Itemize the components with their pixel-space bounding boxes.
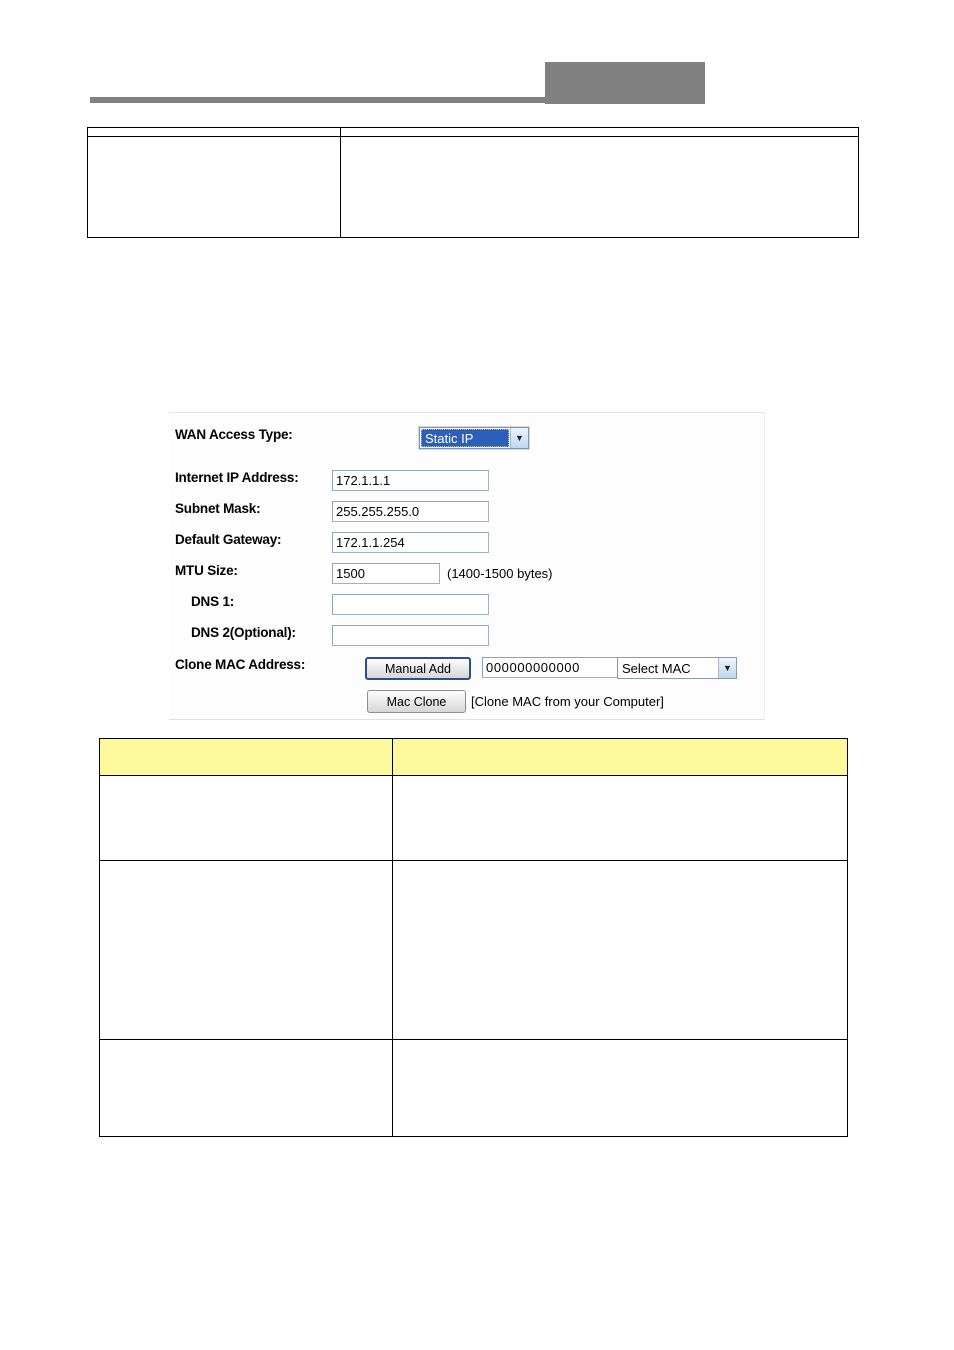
table-row [87,136,859,238]
mtu-size-input[interactable] [332,563,440,584]
wan-access-type-select[interactable]: Static IP ▼ [418,426,530,450]
form-row-clone-mac-address: Clone MAC Address: Manual Add Select MAC… [169,657,764,687]
form-row-mac-clone: Mac Clone [Clone MAC from your Computer] [169,690,764,720]
header-rule [90,97,546,103]
select-mac-dropdown[interactable]: Select MAC ▼ [617,657,737,679]
table-row [99,1039,848,1137]
clone-mac-address-label: Clone MAC Address: [175,657,306,672]
default-gateway-input[interactable] [332,532,489,553]
table-cell-description [392,860,848,1040]
manual-add-button[interactable]: Manual Add [365,657,471,680]
subnet-mask-input[interactable] [332,501,489,522]
mtu-size-hint: (1400-1500 bytes) [447,566,553,581]
table-row [99,775,848,861]
header-redacted-block [545,62,705,104]
mac-clone-hint: [Clone MAC from your Computer] [471,694,664,709]
table-cell-description [392,775,848,861]
form-row-internet-ip-address: Internet IP Address: [169,470,764,500]
form-row-dns1: DNS 1: [169,594,764,624]
page-header [0,0,954,110]
internet-ip-address-label: Internet IP Address: [175,470,299,485]
form-row-default-gateway: Default Gateway: [169,532,764,562]
wan-access-type-selected-value: Static IP [421,429,509,447]
table-cell-parameter [99,1039,393,1137]
table-header-parameter [99,738,393,776]
table-header-description [392,738,848,776]
chevron-down-icon[interactable]: ▼ [510,428,528,448]
wan-settings-form: WAN Access Type: Static IP ▼ Internet IP… [169,412,765,720]
table-cell-description [392,1039,848,1137]
table-cell-description [340,136,859,238]
dns2-input[interactable] [332,625,489,646]
form-row-wan-access-type: WAN Access Type: Static IP ▼ [169,426,764,457]
table-header-row [99,738,848,776]
table-row [87,127,859,137]
table-row [99,860,848,1040]
dns2-label: DNS 2(Optional): [191,625,296,640]
dns1-input[interactable] [332,594,489,615]
default-gateway-label: Default Gateway: [175,532,282,547]
parameter-description-table-top [87,127,859,238]
mac-clone-button[interactable]: Mac Clone [367,690,466,713]
internet-ip-address-input[interactable] [332,470,489,491]
table-cell-parameter [99,860,393,1040]
select-mac-selected-value: Select MAC [622,660,691,676]
wan-access-type-label: WAN Access Type: [175,427,293,442]
parameter-description-table-bottom [99,738,848,1137]
clone-mac-address-input[interactable] [482,657,622,678]
dns1-label: DNS 1: [191,594,235,609]
mtu-size-label: MTU Size: [175,563,238,578]
table-cell-description [340,127,859,137]
table-cell-parameter [99,775,393,861]
form-row-dns2: DNS 2(Optional): [169,625,764,655]
table-cell-parameter [87,127,341,137]
table-cell-parameter [87,136,341,238]
form-row-mtu-size: MTU Size: (1400-1500 bytes) [169,563,764,593]
form-row-subnet-mask: Subnet Mask: [169,501,764,531]
chevron-down-icon[interactable]: ▼ [718,658,736,678]
subnet-mask-label: Subnet Mask: [175,501,261,516]
